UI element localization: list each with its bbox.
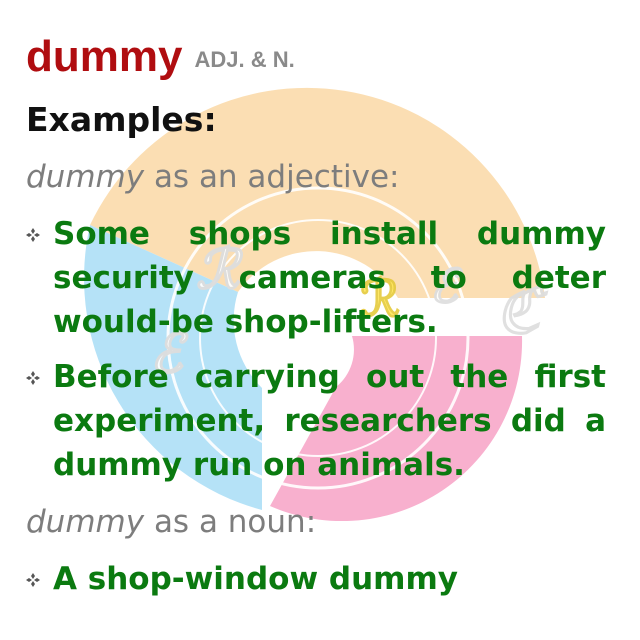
entry-content: dummy ADJ. & N. Examples: dummy as an adj…	[0, 0, 640, 640]
part-of-speech: ADJ. & N.	[194, 47, 295, 72]
example-text: Before carrying out the first experiment…	[53, 359, 606, 483]
example-item: Some shops install dummy security camera…	[26, 212, 606, 344]
four-diamond-bullet-icon	[26, 573, 40, 587]
headword-line: dummy ADJ. & N.	[26, 30, 295, 87]
example-text: Some shops install dummy security camera…	[53, 216, 606, 340]
four-diamond-bullet-icon	[26, 228, 40, 242]
example-item: Before carrying out the first experiment…	[26, 355, 606, 487]
section-label-text: as a noun:	[153, 504, 317, 540]
dictionary-entry-page: ℛ ℰ ℰ ℭ ℛ dummy ADJ. & N. Examples: dummy…	[0, 0, 640, 640]
example-item: A shop-window dummy	[26, 557, 606, 601]
headword: dummy	[26, 32, 183, 81]
examples-heading: Examples:	[26, 100, 217, 139]
section-term: dummy	[26, 504, 145, 540]
section-term: dummy	[26, 159, 145, 195]
section-label-text: as an adjective:	[153, 159, 400, 195]
section-label-adjective: dummy as an adjective:	[26, 157, 399, 197]
example-text: A shop-window dummy	[53, 561, 458, 597]
section-label-noun: dummy as a noun:	[26, 502, 316, 542]
four-diamond-bullet-icon	[26, 371, 40, 385]
